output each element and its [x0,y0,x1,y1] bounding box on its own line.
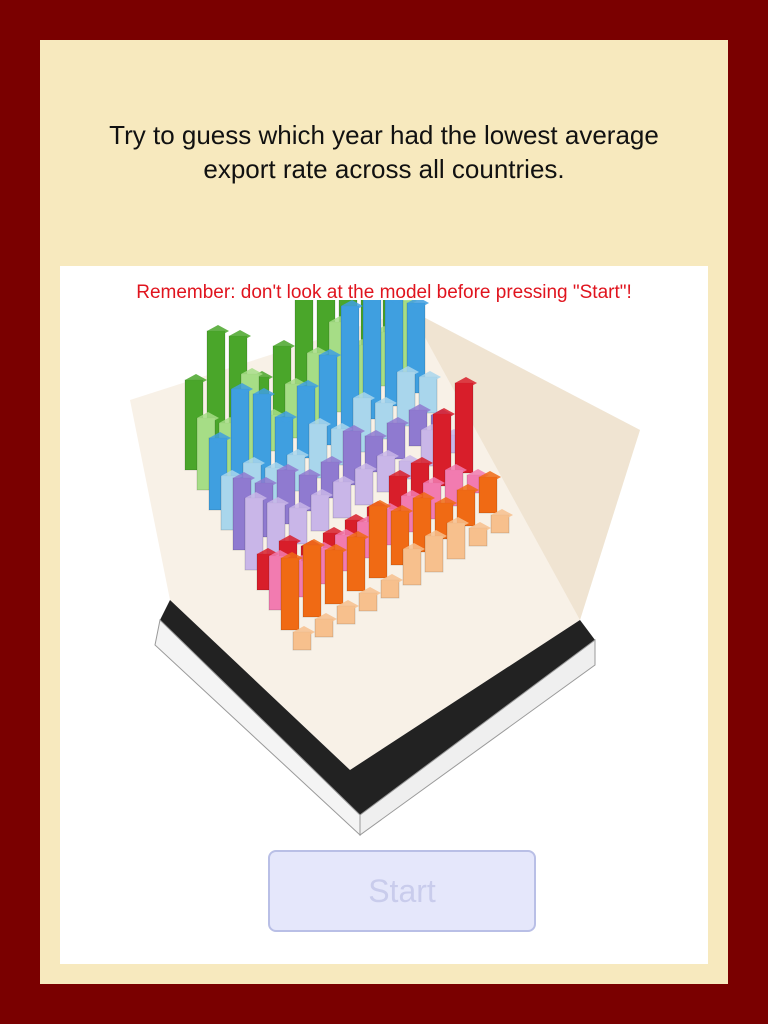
start-button[interactable]: Start [268,850,536,932]
question-line-2: export rate across all countries. [203,154,565,184]
question-line-1: Try to guess which year had the lowest a… [109,120,659,150]
physical-chart-model-image [130,300,640,837]
question-text: Try to guess which year had the lowest a… [40,118,728,186]
